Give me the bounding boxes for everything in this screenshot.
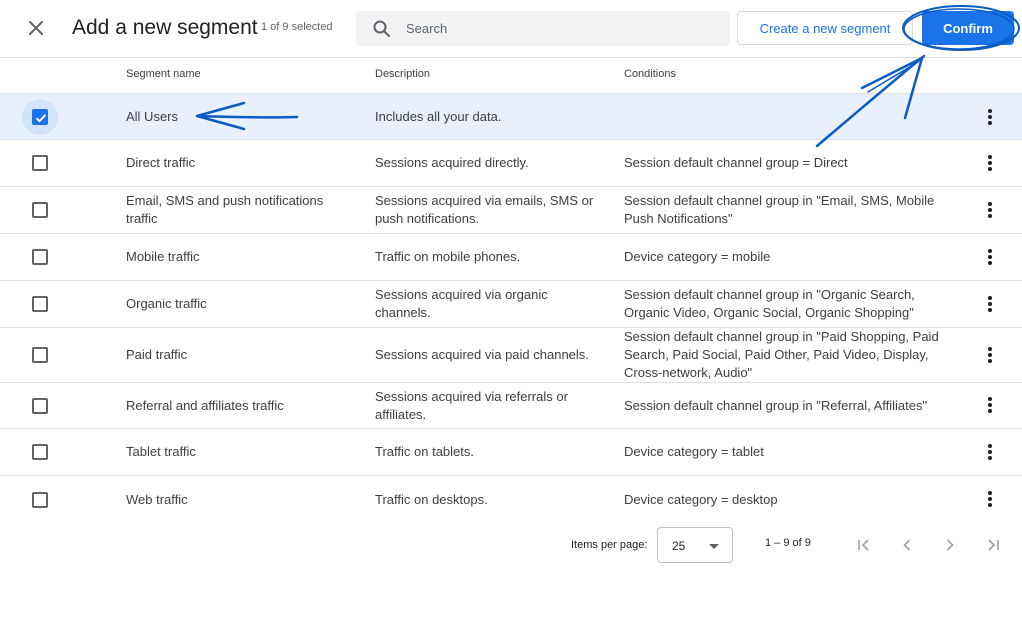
table-row[interactable]: Paid traffic Sessions acquired via paid … — [0, 328, 1022, 383]
segment-conditions: Session default channel group in "Paid S… — [624, 329, 939, 380]
row-checkbox[interactable] — [32, 347, 48, 363]
more-vert-icon[interactable] — [978, 393, 1002, 417]
segment-description: Sessions acquired via paid channels. — [375, 347, 589, 362]
segment-name: Email, SMS and push notifications traffi… — [126, 193, 324, 226]
segment-conditions: Session default channel group in "Referr… — [624, 397, 928, 413]
row-checkbox[interactable] — [32, 398, 48, 414]
items-per-page-select[interactable]: 25 — [657, 527, 733, 563]
table-row[interactable]: Direct traffic Sessions acquired directl… — [0, 140, 1022, 187]
column-header-segment-name[interactable]: Segment name — [126, 68, 201, 80]
row-checkbox[interactable] — [32, 492, 48, 508]
segment-conditions: Device category = tablet — [624, 444, 764, 459]
segment-name: Web traffic — [126, 491, 188, 507]
more-vert-icon[interactable] — [978, 245, 1002, 269]
segment-name: Paid traffic — [126, 347, 188, 362]
row-checkbox[interactable] — [32, 296, 48, 312]
table-header: Segment name Description Conditions — [0, 0, 1022, 94]
more-vert-icon[interactable] — [978, 343, 1002, 367]
table-row[interactable]: Organic traffic Sessions acquired via or… — [0, 281, 1022, 328]
segment-name: Mobile traffic — [126, 249, 200, 264]
table-row[interactable]: Tablet traffic Traffic on tablets. Devic… — [0, 429, 1022, 476]
table-row[interactable]: Web traffic Traffic on desktops. Device … — [0, 476, 1022, 523]
more-vert-icon[interactable] — [978, 487, 1002, 511]
segment-conditions — [624, 94, 954, 139]
segment-name: Referral and affiliates traffic — [126, 397, 284, 413]
more-vert-icon[interactable] — [978, 292, 1002, 316]
segment-description: Sessions acquired directly. — [375, 155, 529, 170]
column-header-description: Description — [375, 68, 431, 80]
table-row[interactable]: Email, SMS and push notifications traffi… — [0, 187, 1022, 234]
segment-name: Tablet traffic — [126, 444, 196, 459]
segment-conditions: Device category = mobile — [624, 249, 771, 264]
segment-description: Sessions acquired via emails, SMS or pus… — [375, 193, 594, 226]
segment-description: Traffic on mobile phones. — [375, 249, 521, 264]
first-page-icon[interactable] — [851, 532, 877, 558]
last-page-icon[interactable] — [980, 532, 1006, 558]
pagination-range: 1 – 9 of 9 — [765, 537, 811, 549]
table-row[interactable]: Referral and affiliates traffic Sessions… — [0, 383, 1022, 429]
segment-conditions: Session default channel group in "Email,… — [624, 193, 935, 226]
segment-description: Includes all your data. — [375, 108, 502, 124]
more-vert-icon[interactable] — [978, 198, 1002, 222]
table-row[interactable]: Mobile traffic Traffic on mobile phones.… — [0, 234, 1022, 281]
more-vert-icon[interactable] — [978, 151, 1002, 175]
items-per-page-label: Items per page: — [571, 539, 648, 551]
previous-page-icon[interactable] — [894, 532, 920, 558]
table-row[interactable]: All Users Includes all your data. — [0, 94, 1022, 140]
segment-description: Sessions acquired via referrals or affil… — [375, 388, 568, 422]
segment-conditions: Session default channel group in "Organi… — [624, 287, 915, 320]
segment-conditions: Device category = desktop — [624, 491, 778, 507]
segment-name: Organic traffic — [126, 296, 207, 311]
segment-name: Direct traffic — [126, 155, 196, 170]
row-checkbox[interactable] — [32, 202, 48, 218]
segment-description: Traffic on desktops. — [375, 491, 488, 507]
next-page-icon[interactable] — [937, 532, 963, 558]
column-header-conditions: Conditions — [624, 68, 676, 80]
segment-description: Sessions acquired via organic channels. — [375, 287, 548, 320]
more-vert-icon[interactable] — [978, 105, 1002, 129]
row-checkbox[interactable] — [32, 155, 48, 171]
segment-name: All Users — [126, 108, 179, 124]
row-checkbox[interactable] — [32, 249, 48, 265]
items-per-page-value: 25 — [672, 539, 686, 553]
more-vert-icon[interactable] — [978, 440, 1002, 464]
segment-conditions: Session default channel group = Direct — [624, 155, 848, 170]
segment-description: Traffic on tablets. — [375, 444, 474, 459]
dropdown-caret-icon — [709, 544, 719, 549]
row-checkbox[interactable] — [32, 109, 48, 125]
row-checkbox[interactable] — [32, 444, 48, 460]
